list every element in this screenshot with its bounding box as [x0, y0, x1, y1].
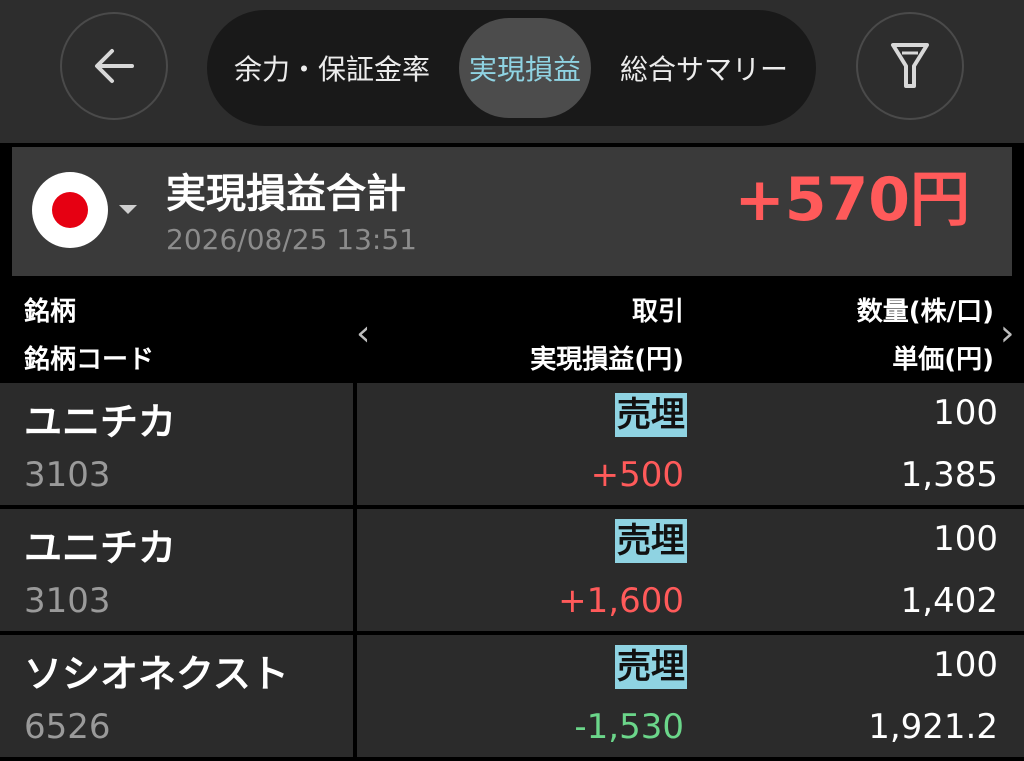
quantity: 100: [933, 645, 998, 685]
column-header: 銘柄 銘柄コード ‹ 取引 実現損益(円) 数量(株/口) 単価(円) ›: [0, 283, 1024, 381]
realized-pnl: +500: [590, 455, 684, 495]
stock-code: 6526: [24, 707, 111, 747]
tab-margin-ratio[interactable]: 余力・保証金率: [207, 10, 457, 126]
column-side: 取引: [631, 297, 684, 327]
chevron-right-icon[interactable]: ›: [1000, 313, 1014, 354]
tab-bar: 余力・保証金率 実現損益 総合サマリー: [207, 10, 816, 126]
column-name: 銘柄: [24, 297, 77, 327]
row-left-cell: ユニチカ 3103: [0, 509, 353, 631]
realized-pnl: -1,530: [574, 707, 684, 747]
row-left-cell: ソシオネクスト 6526: [0, 635, 353, 757]
japan-flag-icon[interactable]: [32, 172, 108, 248]
stock-name: ソシオネクスト: [24, 652, 289, 696]
tab-summary[interactable]: 総合サマリー: [599, 10, 809, 126]
trade-side-badge: 売埋: [615, 393, 687, 437]
quantity: 100: [933, 393, 998, 433]
column-quantity: 数量(株/口): [856, 297, 994, 327]
flag-sun: [52, 192, 88, 228]
stock-name: ユニチカ: [24, 526, 177, 570]
stock-code: 3103: [24, 581, 111, 621]
tab-label: 総合サマリー: [619, 53, 788, 86]
summary-timestamp: 2026/08/25 13:51: [166, 223, 417, 256]
unit-price: 1,921.2: [868, 707, 998, 747]
realized-pnl-summary: 実現損益合計 2026/08/25 13:51 +570円: [12, 147, 1012, 276]
realized-pnl: +1,600: [558, 581, 684, 621]
table-row[interactable]: ソシオネクスト 6526 売埋 -1,530 100 1,921.2: [0, 635, 1024, 757]
column-code: 銘柄コード: [24, 345, 155, 375]
tab-label: 余力・保証金率: [233, 53, 430, 86]
filter-icon: [891, 43, 929, 88]
arrow-left-icon: [95, 49, 134, 83]
unit-price: 1,385: [900, 455, 998, 495]
stock-code: 3103: [24, 455, 111, 495]
filter-button[interactable]: [856, 12, 964, 120]
column-price: 単価(円): [892, 345, 994, 375]
tab-label: 実現損益: [468, 53, 581, 86]
column-pnl: 実現損益(円): [530, 345, 684, 375]
quantity: 100: [933, 519, 998, 559]
stock-name: ユニチカ: [24, 400, 177, 444]
chevron-left-icon[interactable]: ‹: [356, 313, 370, 354]
trade-side-badge: 売埋: [615, 519, 687, 563]
summary-total: +570円: [734, 165, 970, 235]
top-bar: 余力・保証金率 実現損益 総合サマリー: [0, 0, 1024, 143]
summary-title: 実現損益合計: [166, 171, 406, 217]
row-left-cell: ユニチカ 3103: [0, 383, 353, 505]
tab-realized-pnl[interactable]: 実現損益: [459, 10, 591, 126]
table-row[interactable]: ユニチカ 3103 売埋 +1,600 100 1,402: [0, 509, 1024, 631]
table-row[interactable]: ユニチカ 3103 売埋 +500 100 1,385: [0, 383, 1024, 505]
back-button[interactable]: [60, 12, 168, 120]
trade-side-badge: 売埋: [615, 645, 687, 689]
unit-price: 1,402: [900, 581, 998, 621]
chevron-down-icon[interactable]: [119, 205, 137, 214]
